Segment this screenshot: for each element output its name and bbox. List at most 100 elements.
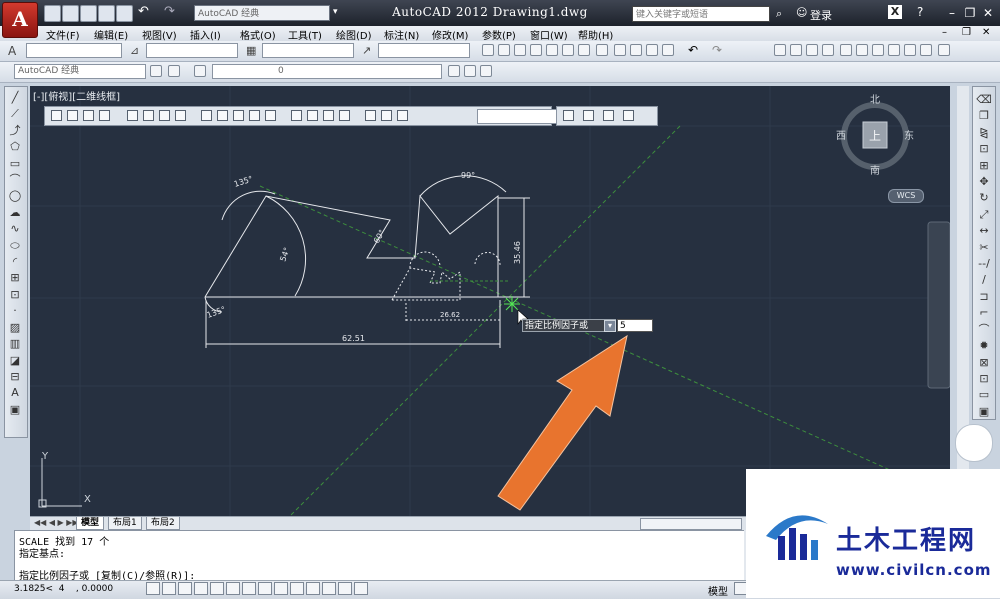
exchange-icon[interactable]: X	[888, 5, 902, 19]
dim-style-combo[interactable]	[146, 43, 238, 58]
dim-break-icon[interactable]	[265, 110, 276, 121]
menu-modify[interactable]: 修改(M)	[432, 27, 468, 42]
menu-view[interactable]: 视图(V)	[142, 27, 177, 42]
doc-close-button[interactable]: ✕	[982, 27, 990, 38]
wcs-menu[interactable]: WCS	[888, 189, 924, 203]
layer-state-icon[interactable]	[480, 65, 492, 77]
tab-model[interactable]: 模型	[76, 517, 105, 530]
drawing-canvas[interactable]: 135° 99° 60° 54° 35.46 135° 26.62 62.51 …	[30, 86, 950, 516]
layer-combo[interactable]: 0	[212, 64, 442, 79]
close-button[interactable]: ✕	[980, 6, 996, 20]
object-snap-icon[interactable]	[226, 582, 240, 595]
zoom-previous-icon[interactable]	[822, 44, 834, 56]
dim-style-3-icon[interactable]	[603, 110, 614, 121]
make-current-layer-icon[interactable]	[448, 65, 460, 77]
menu-edit[interactable]: 编辑(E)	[94, 27, 128, 42]
help-icon[interactable]: ?	[917, 5, 923, 19]
restore-button[interactable]: ❐	[962, 6, 978, 20]
inspection-icon[interactable]	[323, 110, 334, 121]
menu-parametric[interactable]: 参数(P)	[482, 27, 516, 42]
dim-space-icon[interactable]	[249, 110, 260, 121]
undo-icon-2[interactable]: ↶	[688, 43, 698, 57]
zoom-realtime-icon[interactable]	[790, 44, 802, 56]
dynamic-input-options-arrow[interactable]: ▾	[604, 320, 616, 332]
minimize-button[interactable]: –	[944, 6, 960, 20]
workspace-settings-icon[interactable]	[150, 65, 162, 77]
aligned-dim-icon[interactable]	[67, 110, 78, 121]
viewport-controls-label[interactable]: [-][俯视][二维线框]	[33, 88, 120, 103]
help-icon-2[interactable]	[938, 44, 950, 56]
login-button[interactable]: 登录	[810, 7, 832, 23]
open-icon[interactable]	[498, 44, 510, 56]
preview-icon[interactable]	[546, 44, 558, 56]
undo-icon[interactable]: ↶	[138, 4, 149, 19]
polar-tracking-icon[interactable]	[210, 582, 224, 595]
new-file-icon[interactable]	[44, 5, 61, 22]
dim-update-icon[interactable]	[397, 110, 408, 121]
grid-display-icon[interactable]	[178, 582, 192, 595]
print-icon[interactable]	[116, 5, 133, 22]
continue-dim-icon[interactable]	[233, 110, 244, 121]
menu-tools[interactable]: 工具(T)	[288, 27, 322, 42]
menu-window[interactable]: 窗口(W)	[530, 27, 568, 42]
save-icon-2[interactable]	[514, 44, 526, 56]
design-center-icon[interactable]	[856, 44, 868, 56]
quick-dim-icon[interactable]	[201, 110, 212, 121]
redo-icon-2[interactable]: ↷	[712, 43, 722, 57]
workspace-combo[interactable]: AutoCAD 经典	[14, 64, 146, 79]
application-menu-button[interactable]: A	[2, 2, 38, 38]
tab-nav-icon[interactable]: ◀◀ ◀ ▶ ▶▶	[34, 518, 79, 527]
linear-dim-icon[interactable]	[51, 110, 62, 121]
dynamic-ucs-icon[interactable]	[274, 582, 288, 595]
dynamic-input-icon[interactable]	[290, 582, 304, 595]
tab-layout1[interactable]: 布局1	[108, 517, 142, 530]
3d-dwf-icon[interactable]	[578, 44, 590, 56]
binoculars-icon[interactable]: ⌕	[776, 7, 782, 21]
zoom-window-icon[interactable]	[806, 44, 818, 56]
dim-text-edit-icon[interactable]	[381, 110, 392, 121]
snap-mode-icon[interactable]	[162, 582, 176, 595]
publish-icon[interactable]	[562, 44, 574, 56]
new-icon[interactable]	[482, 44, 494, 56]
baseline-dim-icon[interactable]	[217, 110, 228, 121]
arc-length-icon[interactable]	[83, 110, 94, 121]
quick-access-dropdown-icon[interactable]: ▾	[333, 7, 338, 17]
text-style-icon[interactable]: A	[8, 44, 24, 58]
quick-properties-icon[interactable]	[338, 582, 352, 595]
table-style-combo[interactable]	[262, 43, 354, 58]
layer-previous-icon[interactable]	[464, 65, 476, 77]
workspace-save-icon[interactable]	[168, 65, 180, 77]
multileader-style-combo[interactable]	[378, 43, 470, 58]
dim-style-4-icon[interactable]	[623, 110, 634, 121]
menu-file[interactable]: 文件(F)	[46, 27, 80, 42]
workspace-switch-combo[interactable]: AutoCAD 经典	[194, 5, 330, 21]
table-style-icon[interactable]: ▦	[246, 44, 260, 58]
layer-properties-icon[interactable]	[194, 65, 206, 77]
model-space-button[interactable]: 模型	[708, 583, 728, 598]
sheet-set-icon[interactable]	[888, 44, 900, 56]
ordinate-dim-icon[interactable]	[99, 110, 110, 121]
block-editor-icon[interactable]	[662, 44, 674, 56]
scale-factor-input[interactable]: 5	[617, 319, 653, 332]
modify-tools[interactable]: ⌫ ❐ ⧎ ⊡ ⊞ ✥ ↻ ⤢ ↔ ✂ --// ⊐ ⌐ ⌒ ✹ ⊠ ⊡ ▭ ▣	[974, 92, 994, 420]
doc-minimize-button[interactable]: –	[942, 27, 947, 38]
center-mark-icon[interactable]	[307, 110, 318, 121]
copy-icon[interactable]	[614, 44, 626, 56]
mic-icon[interactable]	[955, 424, 993, 462]
3d-object-snap-icon[interactable]	[242, 582, 256, 595]
menu-draw[interactable]: 绘图(D)	[336, 27, 372, 42]
radius-dim-icon[interactable]	[127, 110, 138, 121]
transparency-icon[interactable]	[322, 582, 336, 595]
quickcalc-icon[interactable]	[920, 44, 932, 56]
tolerance-icon[interactable]	[291, 110, 302, 121]
menu-format[interactable]: 格式(O)	[240, 27, 276, 42]
menu-dimension[interactable]: 标注(N)	[384, 27, 419, 42]
navigation-bar[interactable]	[927, 221, 950, 389]
pan-icon[interactable]	[774, 44, 786, 56]
coordinate-display[interactable]: 3.1825< 4 , 0.0000	[14, 584, 113, 594]
horizontal-scrollbar[interactable]	[640, 518, 742, 530]
ortho-mode-icon[interactable]	[194, 582, 208, 595]
doc-restore-button[interactable]: ❐	[962, 27, 971, 38]
markup-icon[interactable]	[904, 44, 916, 56]
selection-cycling-icon[interactable]	[354, 582, 368, 595]
